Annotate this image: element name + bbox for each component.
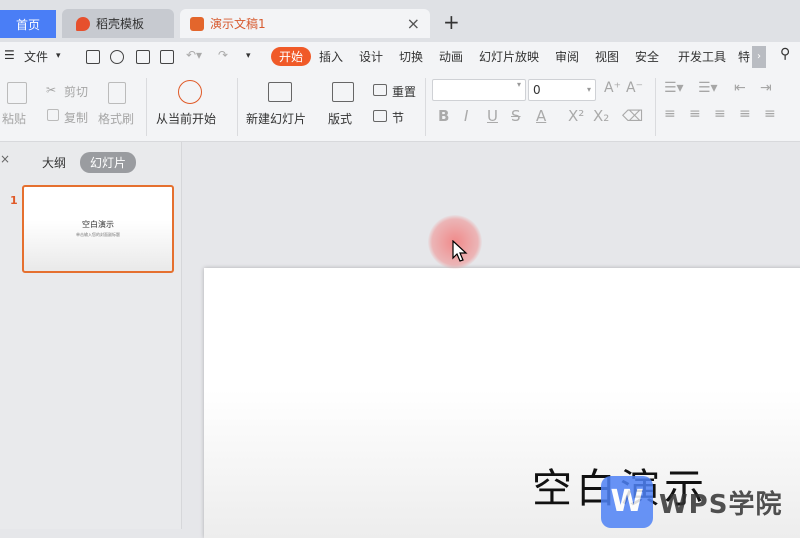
format-painter-button[interactable]: 格式刷 — [98, 110, 134, 127]
close-icon[interactable]: × — [0, 152, 10, 166]
increase-font-icon[interactable]: A⁺ — [604, 80, 621, 96]
ribbon-divider — [146, 78, 147, 136]
save-icon[interactable] — [86, 50, 100, 64]
menu-transition[interactable]: 切换 — [399, 48, 423, 65]
print-preview-icon[interactable] — [160, 50, 174, 64]
chevron-down-icon: ▾ — [586, 85, 591, 94]
superscript-icon[interactable]: X² — [568, 107, 584, 125]
tab-home[interactable]: 首页 — [0, 10, 56, 38]
outdent-icon[interactable]: ⇤ — [734, 80, 746, 96]
font-family-select[interactable]: ▾ — [432, 79, 526, 101]
export-icon[interactable] — [110, 50, 124, 64]
subscript-icon[interactable]: X₂ — [593, 107, 609, 125]
menu-developer[interactable]: 开发工具 — [678, 48, 726, 65]
section-button[interactable]: 节 — [392, 109, 404, 126]
menu-design[interactable]: 设计 — [359, 48, 383, 65]
ribbon-toolbar: 粘贴 ✂ 剪切 复制 格式刷 从当前开始 新建幻灯片 版式 重置 节 ▾ 0 ▾ … — [0, 72, 800, 142]
print-icon[interactable] — [136, 50, 150, 64]
thumbnail-title: 空白演示 — [82, 220, 114, 229]
chevron-down-icon[interactable]: ▾ — [56, 51, 61, 61]
add-tab-button[interactable]: + — [443, 10, 460, 34]
ribbon-divider — [425, 78, 426, 136]
layout-button[interactable]: 版式 — [328, 110, 352, 127]
italic-icon[interactable]: I — [464, 107, 468, 125]
watermark: W WPS学院 — [601, 476, 782, 528]
menu-special[interactable]: 特 — [738, 48, 750, 65]
play-icon[interactable] — [178, 80, 202, 104]
customize-icon[interactable]: ▾ — [246, 51, 251, 61]
menu-start[interactable]: 开始 — [271, 47, 312, 66]
tab-home-label: 首页 — [15, 17, 40, 32]
decrease-font-icon[interactable]: A⁻ — [626, 80, 643, 96]
justify-icon[interactable]: ≡ — [739, 106, 751, 122]
format-painter-icon[interactable] — [108, 82, 126, 104]
tab-bar: 首页 稻壳模板 演示文稿1 × + — [0, 0, 800, 42]
menu-file[interactable]: 文件 — [24, 48, 48, 65]
clear-format-icon[interactable]: ⌫ — [622, 107, 643, 125]
indent-icon[interactable]: ⇥ — [760, 80, 772, 96]
slide-pane: × 大纲 幻灯片 1 空白演示 单击输入您的封面副标题 — [0, 142, 182, 529]
cut-button[interactable]: 剪切 — [64, 83, 88, 100]
menu-slideshow[interactable]: 幻灯片放映 — [479, 48, 539, 65]
font-color-icon[interactable]: A — [536, 107, 546, 125]
hamburger-icon[interactable]: ☰ — [4, 48, 15, 62]
align-center-icon[interactable]: ≡ — [689, 106, 701, 122]
tab-document[interactable]: 演示文稿1 × — [180, 9, 430, 38]
distribute-icon[interactable]: ≡ — [764, 106, 776, 122]
align-right-icon[interactable]: ≡ — [714, 106, 726, 122]
section-icon[interactable] — [373, 110, 387, 122]
menu-bar: ☰ 文件 ▾ ↶▾ ↷ ▾ 开始 插入 设计 切换 动画 幻灯片放映 审阅 视图… — [0, 42, 800, 72]
tab-outline[interactable]: 大纲 — [32, 152, 76, 173]
slide-number: 1 — [10, 194, 18, 207]
menu-scroll-right-button[interactable]: › — [752, 46, 766, 68]
paste-button[interactable]: 粘贴 — [2, 110, 26, 127]
copy-icon[interactable] — [47, 109, 59, 121]
font-size-value: 0 — [533, 83, 541, 97]
font-size-select[interactable]: 0 ▾ — [528, 79, 596, 101]
tab-templates[interactable]: 稻壳模板 — [62, 9, 174, 38]
underline-icon[interactable]: U — [487, 107, 498, 125]
new-slide-button[interactable]: 新建幻灯片 — [246, 110, 306, 127]
numbered-list-icon[interactable]: ☰▾ — [698, 80, 718, 96]
ribbon-divider — [655, 78, 656, 136]
watermark-text: WPS学院 — [659, 489, 783, 520]
menu-view[interactable]: 视图 — [595, 48, 619, 65]
thumbnail-subtitle: 单击输入您的封面副标题 — [76, 232, 120, 237]
copy-button[interactable]: 复制 — [64, 109, 88, 126]
menu-animation[interactable]: 动画 — [439, 48, 463, 65]
tab-document-label: 演示文稿1 — [210, 17, 266, 31]
strikethrough-icon[interactable]: S — [511, 107, 521, 125]
chevron-down-icon: ▾ — [516, 80, 521, 89]
new-slide-icon[interactable] — [268, 82, 292, 102]
ribbon-divider — [237, 78, 238, 136]
play-from-current-button[interactable]: 从当前开始 — [156, 110, 216, 127]
close-icon[interactable]: × — [407, 14, 420, 33]
undo-icon[interactable]: ↶▾ — [186, 48, 202, 62]
mouse-cursor-icon — [452, 240, 468, 262]
layout-icon[interactable] — [332, 82, 354, 102]
tab-templates-label: 稻壳模板 — [96, 17, 145, 31]
slide-canvas[interactable]: 空白演示 — [182, 142, 800, 538]
menu-security[interactable]: 安全 — [635, 48, 659, 65]
reset-button[interactable]: 重置 — [392, 83, 416, 100]
tab-slides[interactable]: 幻灯片 — [80, 152, 137, 173]
redo-icon[interactable]: ↷ — [218, 48, 228, 62]
bold-icon[interactable]: B — [438, 107, 449, 125]
presentation-file-icon — [190, 16, 204, 31]
paste-icon[interactable] — [7, 82, 27, 104]
bullet-list-icon[interactable]: ☰▾ — [664, 80, 684, 96]
align-left-icon[interactable]: ≡ — [664, 106, 676, 122]
daoke-logo-icon — [76, 16, 90, 31]
reset-icon[interactable] — [373, 84, 387, 96]
scissors-icon[interactable]: ✂ — [46, 83, 56, 97]
slide-thumbnail[interactable]: 空白演示 单击输入您的封面副标题 — [22, 185, 174, 273]
wps-logo: W — [601, 476, 653, 528]
menu-insert[interactable]: 插入 — [319, 48, 343, 65]
search-icon[interactable]: ⚲ — [780, 46, 790, 62]
menu-review[interactable]: 审阅 — [555, 48, 579, 65]
